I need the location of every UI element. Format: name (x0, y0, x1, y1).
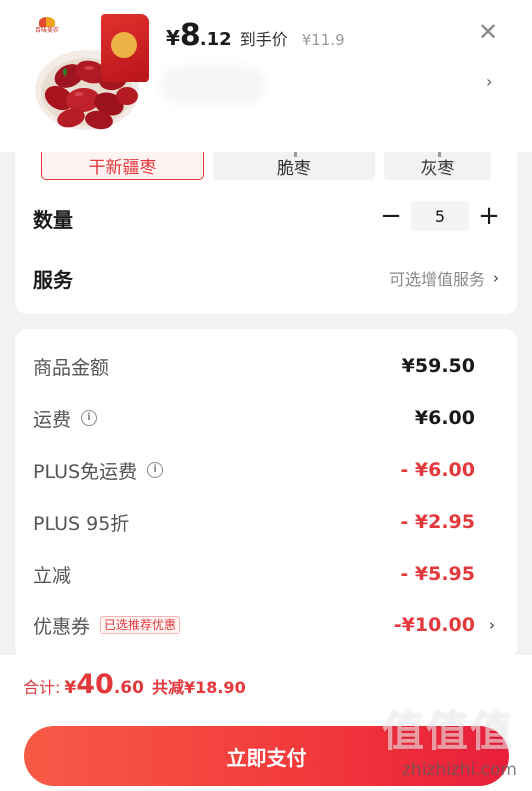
info-icon[interactable]: i (147, 462, 164, 478)
service-link-text: 可选增值服务 (388, 270, 485, 289)
price-label-text: 商品金额 (33, 356, 110, 379)
pay-now-button[interactable]: 立即支付 (24, 726, 509, 786)
price-value: - ¥2.95 (400, 511, 475, 533)
price-currency: ¥ (166, 26, 180, 50)
price-label: 立减 (33, 561, 71, 588)
brand-logo-text: 百味美农 (34, 27, 59, 34)
variant-chip-crisp[interactable]: 脆枣 (213, 152, 375, 180)
total-label: 合计: (23, 678, 61, 697)
price-value: ¥6.00 (414, 407, 475, 429)
total-row: 合计: ¥ 40 .60 共减¥18.90 (23, 669, 246, 700)
price-label-text: 立减 (33, 564, 72, 587)
price-value: - ¥5.95 (400, 563, 475, 585)
price-label-text: 运费 (33, 408, 72, 431)
price-row-shipping: 运费 i ¥6.00 (33, 403, 517, 433)
variant-label: 灰枣 (420, 159, 455, 179)
price-label: PLUS免运费 i (33, 457, 164, 484)
package-seal (111, 32, 137, 58)
price-row-coupon[interactable]: 优惠券 已选推荐优惠 -¥10.00 › (33, 610, 517, 640)
brand-logo: 百味美农 (32, 17, 62, 39)
product-package (101, 14, 149, 82)
price-row-plus-discount: PLUS 95折 - ¥2.95 (33, 507, 517, 537)
chevron-right-icon: › (493, 269, 499, 287)
total-decimal: .60 (113, 678, 144, 698)
price-details-card: 商品金额 ¥59.50 运费 i ¥6.00 PLUS免运费 i - ¥6.00 P… (15, 329, 517, 659)
chevron-right-icon: › (489, 616, 495, 634)
price-label: PLUS 95折 (33, 509, 129, 536)
variant-chip-grey[interactable]: 灰枣 (384, 152, 491, 180)
variant-dot (437, 152, 441, 157)
options-card: 干新疆枣 脆枣 灰枣 数量 − 5 + 服务 可选增值服务 › (15, 152, 517, 314)
coupon-label-text: 优惠券 (33, 615, 91, 638)
info-icon[interactable]: i (81, 410, 98, 426)
product-thumbnail: 百味美农 (29, 14, 149, 134)
service-options-link[interactable]: 可选增值服务 › (389, 266, 499, 290)
price-tag-label: 到手价 (239, 30, 288, 49)
quantity-plus-button[interactable]: + (477, 203, 501, 229)
variant-label: 脆枣 (277, 159, 311, 179)
coupon-badge: 已选推荐优惠 (100, 616, 181, 634)
price-row: ¥ 8 .12 到手价 ¥11.9 (166, 18, 345, 53)
chevron-right-icon[interactable]: › (486, 72, 492, 91)
original-price: ¥11.9 (301, 31, 345, 49)
quantity-input[interactable]: 5 (411, 201, 469, 231)
quantity-label: 数量 (33, 208, 73, 232)
variant-dot (294, 152, 297, 157)
service-label: 服务 (33, 268, 73, 292)
selected-spec-placeholder[interactable] (166, 72, 260, 98)
price-row-plus-free-shipping: PLUS免运费 i - ¥6.00 (33, 455, 517, 485)
price-integer: 8 (179, 18, 201, 53)
quantity-minus-button[interactable]: − (379, 203, 403, 229)
price-decimal: .12 (199, 29, 232, 50)
close-icon[interactable]: ✕ (474, 18, 502, 46)
price-value: ¥59.50 (401, 355, 475, 377)
price-row-instant-reduction: 立减 - ¥5.95 (33, 559, 517, 589)
total-savings: 共减¥18.90 (151, 678, 246, 697)
price-value: - ¥6.00 (400, 459, 475, 481)
variant-label: 干新疆枣 (88, 158, 157, 178)
brand-logo-mark (39, 17, 55, 27)
checkout-footer: 合计: ¥ 40 .60 共减¥18.90 立即支付 (0, 655, 532, 791)
price-label-text: PLUS 95折 (33, 512, 130, 535)
coupon-value: -¥10.00 (393, 614, 475, 636)
price-row-goods-amount: 商品金额 ¥59.50 (33, 351, 517, 381)
price-label-text: PLUS免运费 (33, 460, 138, 483)
total-currency: ¥ (64, 678, 77, 698)
price-label: 优惠券 已选推荐优惠 (33, 612, 181, 639)
price-label: 商品金额 (33, 353, 109, 380)
total-integer: 40 (76, 669, 114, 700)
variant-chip-dry-xinjiang[interactable]: 干新疆枣 (41, 152, 204, 180)
price-label: 运费 i (33, 405, 98, 432)
product-header: 百味美农 ¥ 8 .12 到手价 ¥11.9 ✕ › (0, 0, 532, 152)
